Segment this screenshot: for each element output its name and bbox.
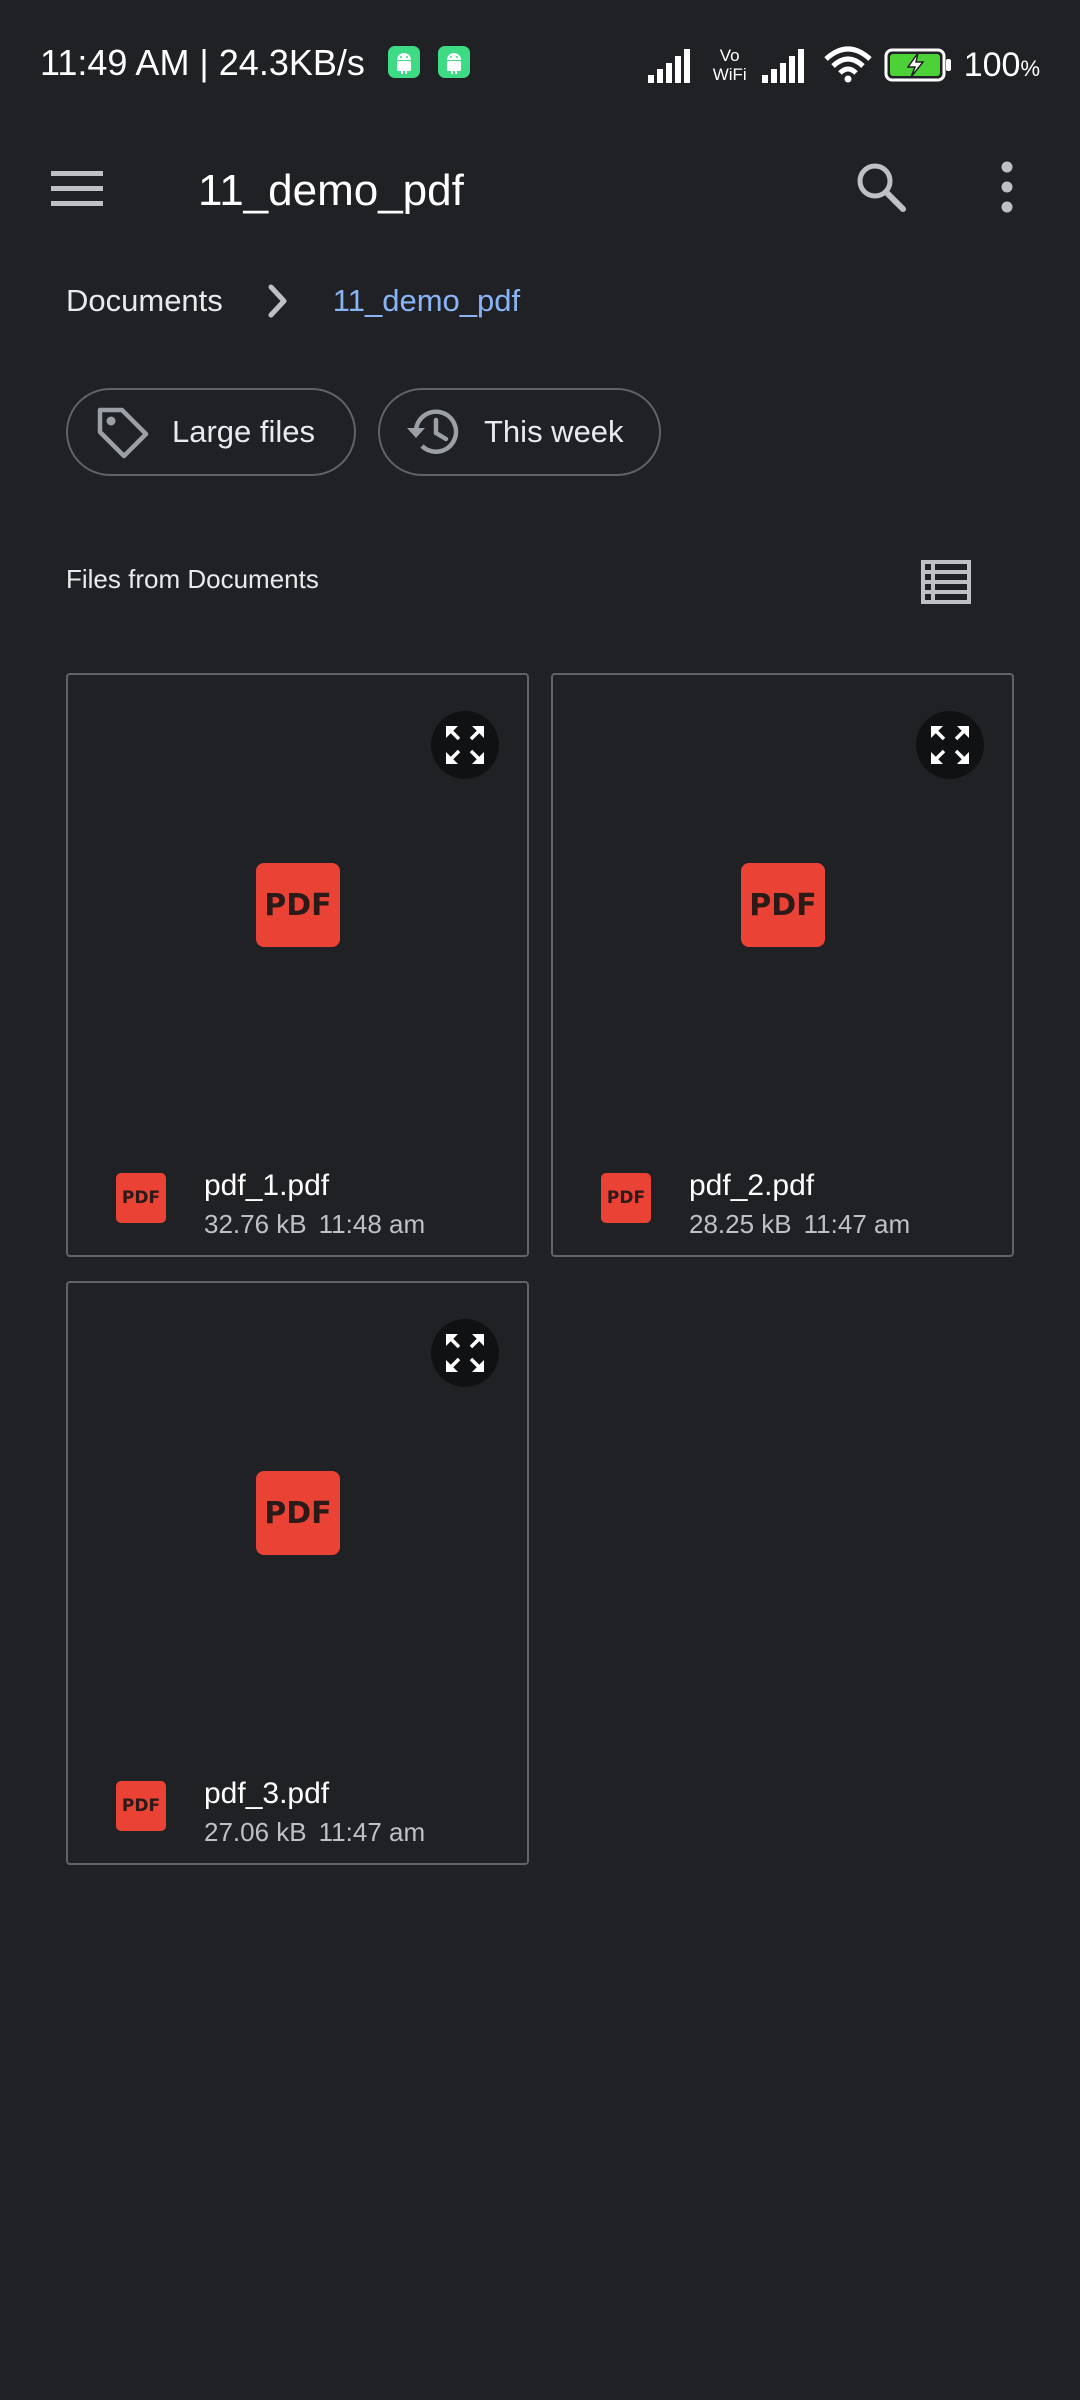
file-meta: 32.76 kB 11:48 am [204, 1209, 425, 1240]
file-time: 11:48 am [318, 1209, 426, 1239]
file-meta: 28.25 kB 11:47 am [689, 1209, 910, 1240]
battery-percent: 100% [963, 45, 1040, 84]
chip-label: This week [484, 414, 624, 449]
battery-charging-icon [884, 48, 951, 82]
section-title: Files from Documents [66, 564, 319, 594]
search-icon [857, 163, 906, 212]
status-bar: 11:49 AM | 24.3KB/s Vo WiFi 100% [0, 0, 1080, 130]
file-name: pdf_1.pdf [204, 1169, 330, 1202]
menu-button[interactable] [38, 150, 116, 228]
file-time: 11:47 am [318, 1817, 426, 1847]
list-view-toggle-button[interactable] [910, 546, 982, 618]
file-card-pdf-1[interactable]: PDF PDF pdf_1.pdf 32.76 kB 11:48 am [66, 673, 529, 1257]
more-options-button[interactable] [968, 148, 1046, 226]
file-meta: 27.06 kB 11:47 am [204, 1817, 425, 1848]
signal-strength-icon [647, 49, 690, 83]
chip-label: Large files [172, 414, 316, 449]
fullscreen-icon [931, 726, 969, 764]
list-view-icon [921, 560, 971, 604]
tag-icon [92, 402, 152, 462]
breadcrumb-item-current[interactable]: 11_demo_pdf [333, 283, 520, 319]
search-button[interactable] [842, 148, 920, 226]
expand-preview-button[interactable] [431, 1319, 499, 1387]
wifi-icon [824, 46, 872, 83]
file-name: pdf_2.pdf [689, 1169, 815, 1202]
file-card-pdf-3[interactable]: PDF PDF pdf_3.pdf 27.06 kB 11:47 am [66, 1281, 529, 1865]
pdf-file-type-icon: PDF [116, 1173, 166, 1223]
pdf-file-type-icon: PDF [601, 1173, 651, 1223]
file-size: 27.06 kB [204, 1817, 307, 1847]
fullscreen-icon [446, 726, 484, 764]
chip-this-week[interactable]: This week [378, 388, 661, 476]
file-name: pdf_3.pdf [204, 1777, 330, 1810]
page-title: 11_demo_pdf [198, 166, 464, 215]
chip-large-files[interactable]: Large files [66, 388, 356, 476]
more-vert-icon [1001, 161, 1013, 213]
pdf-file-type-icon: PDF [116, 1781, 166, 1831]
hamburger-menu-icon [51, 171, 103, 206]
chevron-right-icon [223, 276, 333, 326]
file-size: 32.76 kB [204, 1209, 307, 1239]
signal-strength-icon [761, 49, 804, 83]
pdf-thumbnail-icon: PDF [256, 863, 340, 947]
expand-preview-button[interactable] [916, 711, 984, 779]
file-size: 28.25 kB [689, 1209, 792, 1239]
status-indicators: Vo WiFi 100% [647, 40, 1040, 90]
vowifi-indicator: Vo WiFi [712, 46, 747, 84]
android-notification-icon [388, 46, 420, 78]
file-time: 11:47 am [803, 1209, 911, 1239]
android-notification-icon [438, 46, 470, 78]
app-bar: 11_demo_pdf [0, 130, 1080, 280]
fullscreen-icon [446, 1334, 484, 1372]
status-time-speed: 11:49 AM | 24.3KB/s [40, 42, 365, 83]
file-card-pdf-2[interactable]: PDF PDF pdf_2.pdf 28.25 kB 11:47 am [551, 673, 1014, 1257]
breadcrumb-item-documents[interactable]: Documents [66, 283, 223, 319]
history-icon [404, 402, 464, 462]
breadcrumb: Documents 11_demo_pdf [66, 276, 520, 326]
pdf-thumbnail-icon: PDF [256, 1471, 340, 1555]
expand-preview-button[interactable] [431, 711, 499, 779]
pdf-thumbnail-icon: PDF [741, 863, 825, 947]
